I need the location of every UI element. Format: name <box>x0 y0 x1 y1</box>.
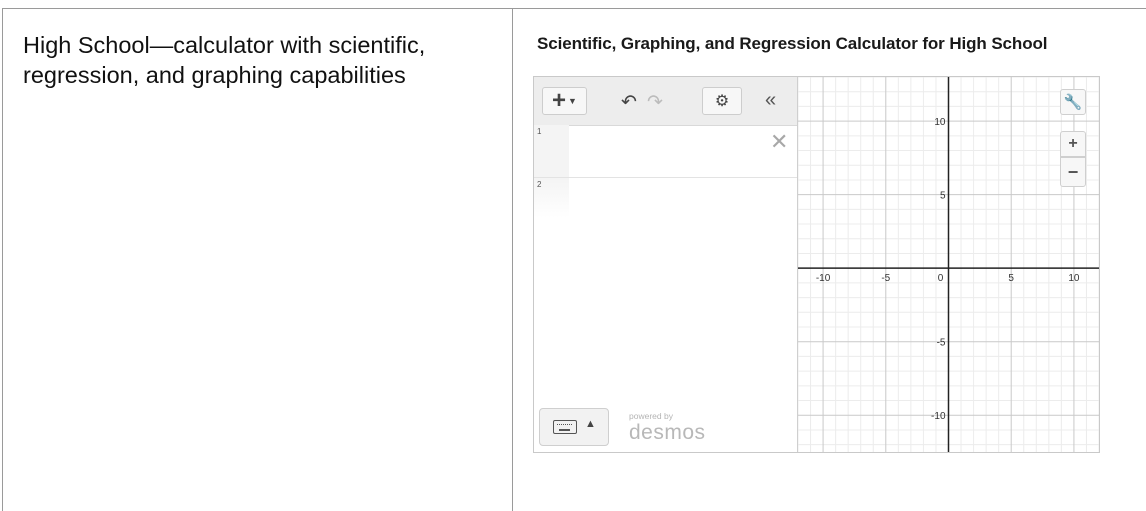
graph-svg: -10 -5 0 5 10 10 5 -5 -10 <box>797 77 1099 452</box>
graph-paper[interactable]: -10 -5 0 5 10 10 5 -5 -10 🔧 + − <box>797 77 1099 452</box>
redo-icon[interactable]: ↷ <box>647 91 663 114</box>
add-item-button[interactable]: + ▼ <box>542 87 587 115</box>
expression-row[interactable]: 2 <box>534 178 797 218</box>
collapse-panel-icon[interactable]: « <box>765 89 776 112</box>
y-tick-label: 5 <box>940 191 946 202</box>
x-tick-label: 10 <box>1068 273 1080 284</box>
delete-expression-icon[interactable]: ✕ <box>770 129 788 155</box>
x-tick-label: 5 <box>1008 273 1014 284</box>
y-tick-label: -5 <box>937 338 946 349</box>
caret-down-icon: ▼ <box>568 96 577 106</box>
caret-up-icon: ▲ <box>585 418 596 430</box>
expression-number: 1 <box>537 127 542 136</box>
expression-number: 2 <box>537 180 542 189</box>
keypad-toggle-button[interactable]: ▲ <box>539 408 609 446</box>
powered-by-label: powered by <box>629 411 673 421</box>
wrench-icon: 🔧 <box>1063 94 1083 111</box>
x-tick-label: 0 <box>938 273 944 284</box>
desmos-logo[interactable]: desmos <box>629 421 706 445</box>
gear-icon: ⚙ <box>714 93 730 110</box>
undo-icon[interactable]: ↶ <box>621 91 637 114</box>
zoom-out-button[interactable]: − <box>1060 157 1086 187</box>
table-column-divider <box>512 8 513 511</box>
content-table: High School—calculator with scientific, … <box>0 0 1146 511</box>
expression-row[interactable]: 1 ✕ <box>534 125 797 178</box>
plus-icon: + <box>1068 135 1078 152</box>
calculator-description: High School—calculator with scientific, … <box>23 32 426 88</box>
minus-icon: − <box>1067 161 1079 182</box>
calculator-title: Scientific, Graphing, and Regression Cal… <box>537 34 1048 53</box>
desmos-calculator: + ▼ ↶ ↷ ⚙ « 1 ✕ 2 ▲ powered by desmos -1… <box>533 76 1100 453</box>
zoom-in-button[interactable]: + <box>1060 131 1086 157</box>
y-tick-label: 10 <box>934 117 946 128</box>
y-tick-label: -10 <box>931 411 946 422</box>
x-tick-label: -10 <box>816 273 831 284</box>
plus-icon: + <box>552 87 567 114</box>
expression-toolbar: + ▼ ↶ ↷ ⚙ « <box>534 77 797 126</box>
table-top-border <box>2 8 1146 9</box>
expression-tab: 2 <box>534 178 569 218</box>
x-tick-label: -5 <box>881 273 890 284</box>
keyboard-icon <box>553 420 577 434</box>
expression-panel: + ▼ ↶ ↷ ⚙ « 1 ✕ 2 ▲ powered by desmos <box>534 77 798 452</box>
graph-settings-button[interactable]: 🔧 <box>1060 89 1086 115</box>
table-left-border <box>2 8 3 511</box>
expression-tab: 1 <box>534 125 569 177</box>
settings-button[interactable]: ⚙ <box>702 87 742 115</box>
